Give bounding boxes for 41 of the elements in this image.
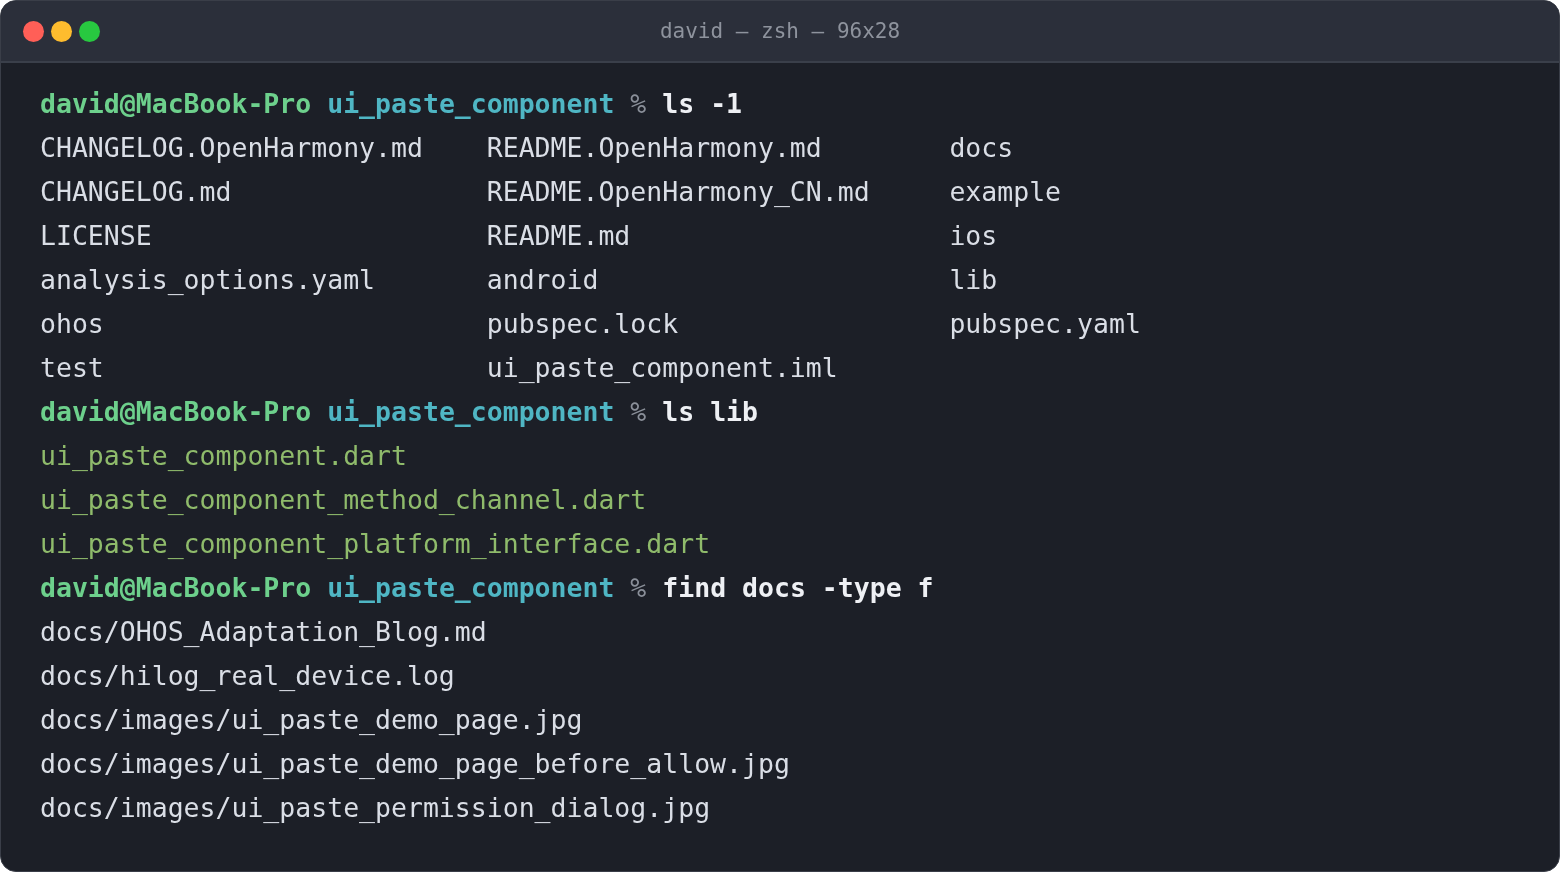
file-name: CHANGELOG.md — [40, 175, 232, 209]
file-name: README.OpenHarmony.md — [486, 131, 822, 165]
file-name: CHANGELOG.OpenHarmony.md — [40, 131, 423, 165]
prompt-symbol: % — [630, 572, 647, 603]
output-line: ui_paste_component_method_channel.dart — [40, 484, 647, 515]
window-title: david — zsh — 96x28 — [659, 19, 901, 43]
prompt-symbol: % — [630, 396, 647, 427]
prompt-user: david@MacBook-Pro — [40, 572, 312, 603]
command-text: ls -1 — [662, 88, 743, 119]
file-name: pubspec.lock — [486, 307, 679, 341]
file-name: test — [40, 351, 104, 385]
file-name: ui_paste_component.iml — [486, 351, 838, 385]
prompt-symbol: % — [630, 88, 647, 119]
prompt-directory: ui_paste_component — [327, 88, 615, 119]
output-line: docs/images/ui_paste_demo_page_before_allow.jpg — [40, 748, 790, 779]
file-name: ohos — [40, 307, 104, 341]
file-name: lib — [949, 263, 998, 297]
minimize-button[interactable] — [51, 20, 72, 42]
zoom-button[interactable] — [79, 20, 100, 42]
output-line: ui_paste_component.dart — [40, 440, 407, 471]
output-line: docs/images/ui_paste_demo_page.jpg — [40, 704, 583, 735]
file-name: README.md — [486, 219, 631, 253]
file-name: docs — [949, 131, 1014, 165]
command-text: find docs -type f — [662, 572, 934, 603]
file-name: example — [949, 175, 1062, 209]
prompt-directory: ui_paste_component — [327, 572, 615, 603]
file-name: android — [486, 263, 599, 297]
output-line: docs/hilog_real_device.log — [40, 660, 455, 691]
close-button[interactable] — [23, 20, 44, 42]
output-line: ui_paste_component_platform_interface.dart — [40, 528, 711, 559]
prompt-user: david@MacBook-Pro — [40, 88, 312, 119]
file-name: analysis_options.yaml — [40, 263, 376, 297]
file-name: LICENSE — [40, 219, 152, 253]
command-text: ls lib — [662, 396, 759, 427]
prompt-directory: ui_paste_component — [327, 396, 615, 427]
output-line: docs/OHOS_Adaptation_Blog.md — [40, 616, 487, 647]
file-name: README.OpenHarmony_CN.md — [486, 175, 870, 209]
output-line: docs/images/ui_paste_permission_dialog.jpg — [40, 792, 711, 823]
file-name: ios — [949, 219, 998, 253]
file-name: pubspec.yaml — [949, 307, 1141, 341]
prompt-user: david@MacBook-Pro — [40, 396, 312, 427]
